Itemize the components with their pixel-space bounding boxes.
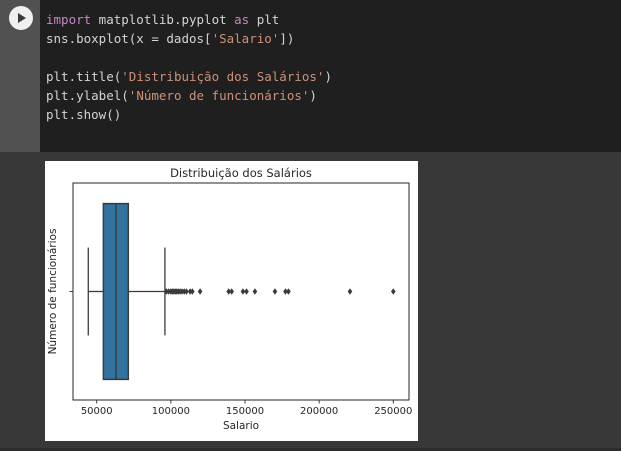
svg-text:250000: 250000 <box>374 406 412 417</box>
cell-gutter <box>0 0 40 152</box>
svg-text:50000: 50000 <box>81 406 113 417</box>
boxplot-figure: Distribuição dos Salários Salario Número d… <box>47 166 412 432</box>
code-editor[interactable]: import matplotlib.pyplot as plt sns.boxpl… <box>40 0 621 152</box>
code-content: import matplotlib.pyplot as plt sns.boxpl… <box>46 10 621 124</box>
svg-text:150000: 150000 <box>226 406 264 417</box>
chart-output: Distribuição dos Salários Salario Número d… <box>45 161 418 441</box>
code-line: sns.boxplot(x = dados['Salario']) <box>46 31 295 46</box>
code-cell: import matplotlib.pyplot as plt sns.boxpl… <box>0 0 621 152</box>
svg-text:Distribuição dos Salários: Distribuição dos Salários <box>170 166 312 180</box>
svg-text:200000: 200000 <box>300 406 338 417</box>
run-cell-button[interactable] <box>9 6 33 30</box>
svg-text:Número de funcionários: Número de funcionários <box>47 229 59 355</box>
code-line: plt.ylabel('Número de funcionários') <box>46 88 317 103</box>
code-line: plt.title('Distribuição dos Salários') <box>46 69 332 84</box>
svg-text:100000: 100000 <box>152 406 190 417</box>
code-line: import matplotlib.pyplot as plt <box>46 12 280 27</box>
svg-text:Salario: Salario <box>223 420 259 432</box>
play-icon <box>18 13 26 23</box>
notebook-page: import matplotlib.pyplot as plt sns.boxpl… <box>0 0 621 451</box>
code-line: plt.show() <box>46 107 122 122</box>
